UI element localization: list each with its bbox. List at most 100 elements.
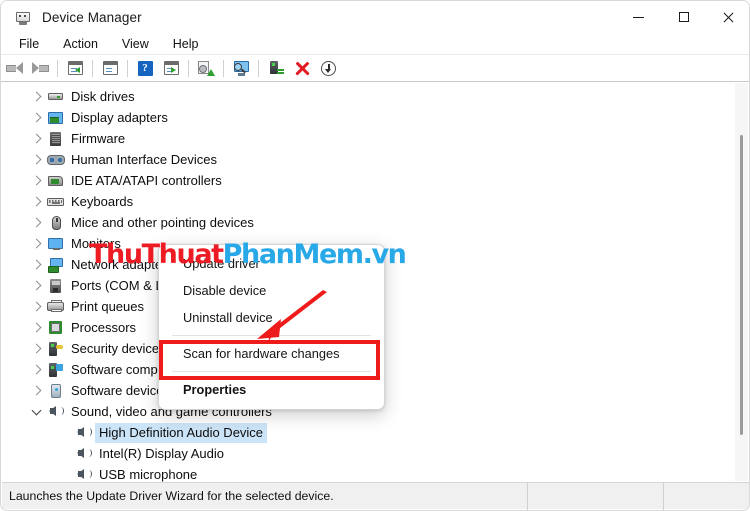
printer-icon bbox=[47, 299, 65, 315]
action-pane-icon bbox=[163, 61, 179, 75]
chevron-right-icon[interactable] bbox=[29, 236, 45, 252]
context-menu-item[interactable]: Scan for hardware changes bbox=[159, 340, 384, 367]
toolbar-separator bbox=[223, 59, 224, 77]
menu-action[interactable]: Action bbox=[53, 35, 108, 53]
minimize-button[interactable] bbox=[616, 1, 661, 33]
context-menu-item[interactable]: Uninstall device bbox=[159, 304, 384, 331]
toolbar: ? bbox=[1, 55, 749, 82]
chevron-right-icon[interactable] bbox=[29, 110, 45, 126]
scan-for-hardware-changes-button[interactable] bbox=[229, 57, 253, 79]
tree-item[interactable]: IDE ATA/ATAPI controllers bbox=[1, 170, 723, 191]
tree-item[interactable]: Human Interface Devices bbox=[1, 149, 723, 170]
menu-view[interactable]: View bbox=[112, 35, 159, 53]
maximize-icon bbox=[678, 12, 689, 22]
show-hidden-devices-button[interactable] bbox=[316, 57, 340, 79]
properties-button[interactable] bbox=[98, 57, 122, 79]
menu-file[interactable]: File bbox=[9, 35, 49, 53]
maximize-button[interactable] bbox=[661, 1, 706, 33]
title-bar: Device Manager bbox=[1, 1, 749, 33]
ide-controller-icon bbox=[47, 173, 65, 189]
chevron-right-icon[interactable] bbox=[29, 89, 45, 105]
sound-device-icon bbox=[75, 467, 93, 483]
back-button[interactable] bbox=[2, 57, 26, 79]
chevron-right-icon[interactable] bbox=[29, 362, 45, 378]
status-bar: Launches the Update Driver Wizard for th… bbox=[2, 482, 749, 510]
window-title: Device Manager bbox=[42, 9, 142, 25]
chevron-right-icon[interactable] bbox=[29, 131, 45, 147]
tree-item-label: High Definition Audio Device bbox=[95, 422, 268, 443]
download-arrow-icon bbox=[320, 60, 336, 76]
disable-device-plug-icon bbox=[269, 60, 284, 76]
vertical-scrollbar[interactable] bbox=[735, 83, 748, 481]
show-hide-action-pane-button[interactable] bbox=[159, 57, 183, 79]
context-menu-item[interactable]: Update driver bbox=[159, 250, 384, 277]
forward-arrow-icon bbox=[31, 61, 49, 75]
human-interface-icon bbox=[47, 152, 65, 168]
chevron-right-icon[interactable] bbox=[29, 215, 45, 231]
chevron-down-icon[interactable] bbox=[29, 404, 45, 420]
toolbar-separator bbox=[258, 59, 259, 77]
firmware-icon bbox=[47, 131, 65, 147]
uninstall-device-button[interactable] bbox=[290, 57, 314, 79]
chevron-right-icon[interactable] bbox=[29, 152, 45, 168]
tree-item-label: Firmware bbox=[71, 130, 126, 146]
context-menu-item[interactable]: Disable device bbox=[159, 277, 384, 304]
tree-item[interactable]: Firmware bbox=[1, 128, 723, 149]
tree-item-label: Human Interface Devices bbox=[71, 151, 217, 167]
tree-item-label: Disk drives bbox=[71, 88, 135, 104]
tree-item-label: USB microphone bbox=[99, 466, 198, 482]
properties-window-icon bbox=[102, 61, 118, 75]
chevron-right-icon[interactable] bbox=[29, 383, 45, 399]
keyboard-icon bbox=[47, 194, 65, 210]
close-icon bbox=[723, 12, 734, 23]
tree-item[interactable]: Mice and other pointing devices bbox=[1, 212, 723, 233]
tree-item[interactable]: Keyboards bbox=[1, 191, 723, 212]
chevron-right-icon[interactable] bbox=[29, 278, 45, 294]
disk-drives-icon bbox=[47, 89, 65, 105]
status-pane-2 bbox=[528, 482, 664, 510]
disable-device-button[interactable] bbox=[264, 57, 288, 79]
forward-button[interactable] bbox=[28, 57, 52, 79]
tree-item-label: Print queues bbox=[71, 298, 144, 314]
tree-item[interactable]: Disk drives bbox=[1, 86, 723, 107]
ports-icon bbox=[47, 278, 65, 294]
tree-item[interactable]: USB microphone bbox=[1, 464, 723, 482]
context-menu-separator bbox=[172, 371, 371, 372]
sound-device-icon bbox=[47, 404, 65, 420]
toolbar-separator bbox=[92, 59, 93, 77]
tree-item[interactable]: High Definition Audio Device bbox=[1, 422, 723, 443]
show-hide-console-tree-button[interactable] bbox=[63, 57, 87, 79]
processor-icon bbox=[47, 320, 65, 336]
help-button[interactable]: ? bbox=[133, 57, 157, 79]
close-button[interactable] bbox=[706, 1, 749, 33]
security-device-icon bbox=[47, 341, 65, 357]
mouse-icon bbox=[47, 215, 65, 231]
context-menu-item[interactable]: Properties bbox=[159, 376, 384, 403]
tree-item[interactable]: Intel(R) Display Audio bbox=[1, 443, 723, 464]
chevron-right-icon[interactable] bbox=[29, 299, 45, 315]
update-driver-button[interactable] bbox=[194, 57, 218, 79]
chevron-right-icon[interactable] bbox=[29, 194, 45, 210]
chevron-right-icon[interactable] bbox=[29, 341, 45, 357]
network-adapter-icon bbox=[47, 257, 65, 273]
back-arrow-icon bbox=[5, 61, 23, 75]
chevron-right-icon[interactable] bbox=[29, 173, 45, 189]
tree-item-label: Processors bbox=[71, 319, 137, 335]
menu-bar: File Action View Help bbox=[1, 33, 749, 55]
menu-help[interactable]: Help bbox=[163, 35, 209, 53]
chevron-right-icon[interactable] bbox=[29, 320, 45, 336]
device-manager-window: Device Manager File Action View Help ? D… bbox=[0, 0, 750, 511]
tree-item[interactable]: Display adapters bbox=[1, 107, 723, 128]
chevron-right-icon[interactable] bbox=[29, 257, 45, 273]
context-menu-separator bbox=[172, 335, 371, 336]
tree-item-label: Software devices bbox=[71, 382, 170, 398]
tree-item-label: Keyboards bbox=[71, 193, 134, 209]
vertical-scrollbar-thumb[interactable] bbox=[740, 135, 743, 435]
status-pane-3 bbox=[664, 483, 749, 510]
context-menu: Update driver Disable device Uninstall dev… bbox=[158, 244, 385, 410]
device-manager-icon bbox=[14, 8, 32, 26]
tree-item-label: Display adapters bbox=[71, 109, 168, 125]
tree-item-label: Intel(R) Display Audio bbox=[99, 445, 224, 461]
monitor-icon bbox=[47, 236, 65, 252]
toolbar-separator bbox=[57, 59, 58, 77]
